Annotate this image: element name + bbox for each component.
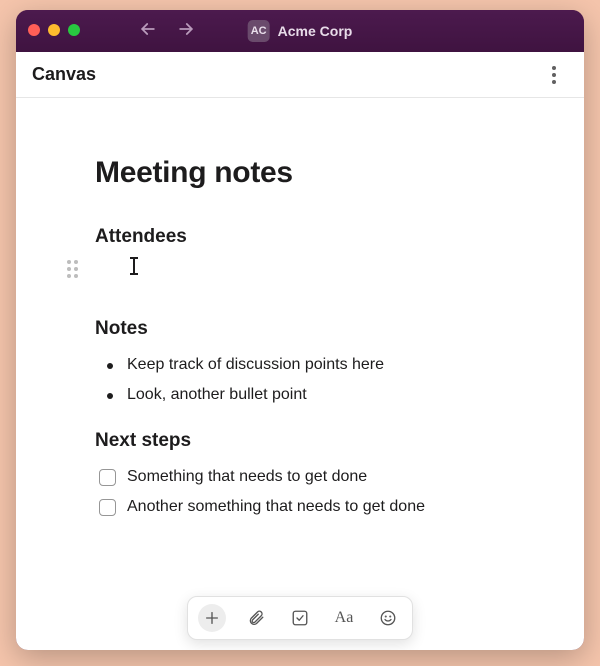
section-heading-attendees[interactable]: Attendees	[95, 226, 505, 248]
titlebar: AC Acme Corp	[16, 10, 584, 52]
section-heading-notes[interactable]: Notes	[95, 318, 505, 340]
list-item[interactable]: Keep track of discussion points here	[95, 350, 505, 380]
section-heading-next-steps[interactable]: Next steps	[95, 430, 505, 452]
attach-button[interactable]	[242, 604, 270, 632]
close-window-button[interactable]	[28, 24, 40, 36]
canvas-pane: Canvas Meeting notes Attendees Notes Kee…	[16, 52, 584, 650]
list-item-text: Look, another bullet point	[127, 386, 307, 403]
workspace-badge: AC	[248, 20, 270, 42]
empty-line[interactable]	[95, 258, 505, 278]
text-format-button[interactable]: Aa	[330, 604, 358, 632]
checklist-item-text: Another something that needs to get done	[127, 498, 425, 515]
notes-list: Keep track of discussion points here Loo…	[95, 350, 505, 410]
list-item[interactable]: Look, another bullet point	[95, 380, 505, 410]
canvas-header: Canvas	[16, 52, 584, 98]
workspace-switcher[interactable]: AC Acme Corp	[248, 10, 353, 52]
list-item-text: Keep track of discussion points here	[127, 356, 384, 373]
history-nav	[138, 10, 196, 52]
page-title: Canvas	[32, 64, 96, 85]
checklist-item[interactable]: Another something that needs to get done	[95, 492, 505, 522]
app-window: AC Acme Corp Canvas Meeting notes Attend…	[16, 10, 584, 650]
floating-toolbar: Aa	[187, 596, 413, 640]
workspace-name: Acme Corp	[278, 23, 353, 39]
insert-button[interactable]	[198, 604, 226, 632]
more-actions-button[interactable]	[540, 61, 568, 89]
checklist-button[interactable]	[286, 604, 314, 632]
next-steps-list: Something that needs to get done Another…	[95, 462, 505, 522]
forward-button[interactable]	[176, 19, 196, 44]
back-button[interactable]	[138, 19, 158, 44]
checkbox[interactable]	[99, 469, 116, 486]
checklist-item-text: Something that needs to get done	[127, 468, 367, 485]
window-controls	[28, 24, 80, 36]
checkbox[interactable]	[99, 499, 116, 516]
emoji-button[interactable]	[374, 604, 402, 632]
checkbox-icon	[291, 609, 309, 627]
doc-title[interactable]: Meeting notes	[95, 156, 505, 190]
document-body[interactable]: Meeting notes Attendees Notes Keep track…	[16, 98, 584, 650]
plus-icon	[204, 610, 220, 626]
smile-icon	[379, 609, 397, 627]
drag-handle-icon[interactable]	[67, 260, 78, 278]
text-cursor-icon	[133, 257, 135, 275]
text-format-icon: Aa	[335, 609, 354, 627]
paperclip-icon	[247, 609, 265, 627]
minimize-window-button[interactable]	[48, 24, 60, 36]
maximize-window-button[interactable]	[68, 24, 80, 36]
checklist-item[interactable]: Something that needs to get done	[95, 462, 505, 492]
